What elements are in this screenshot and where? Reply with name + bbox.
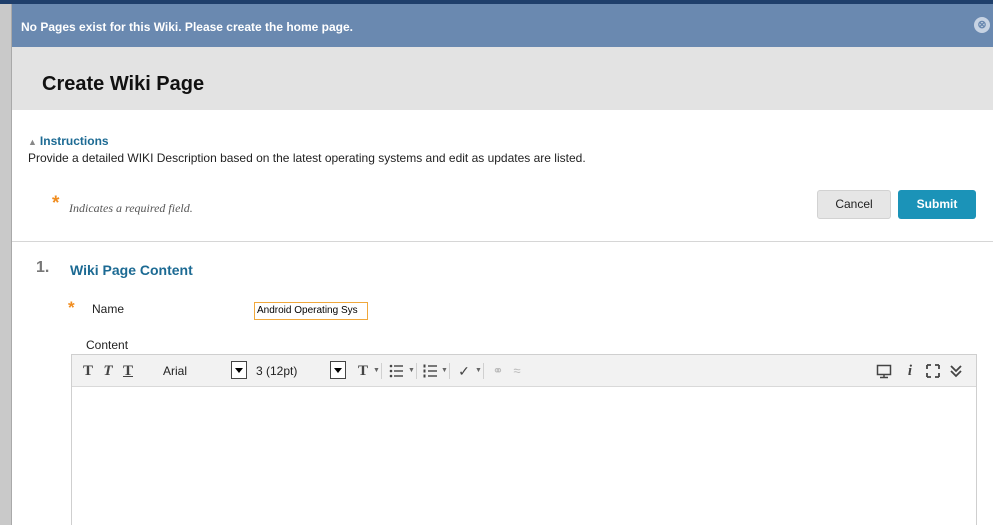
- page-title: Create Wiki Page: [42, 73, 205, 95]
- required-star-icon: *: [68, 298, 75, 317]
- editor-toolbar: T T T Arial 3 (12pt) T ▼ ▼ ▼ ✓ ▼ ⚭ ≈ i: [72, 355, 976, 387]
- numbered-list-dropdown-icon[interactable]: ▼: [441, 362, 448, 380]
- divider: [12, 241, 993, 242]
- cancel-button[interactable]: Cancel: [817, 190, 891, 219]
- notice-text: No Pages exist for this Wiki. Please cre…: [21, 20, 354, 34]
- bold-icon[interactable]: T: [80, 362, 96, 380]
- submit-button[interactable]: Submit: [898, 190, 976, 219]
- toolbar-separator: [483, 363, 484, 379]
- toolbar-separator: [416, 363, 417, 379]
- required-star-icon: *: [52, 193, 60, 214]
- spellcheck-dropdown-icon[interactable]: ▼: [475, 362, 482, 380]
- section-title: Wiki Page Content: [70, 262, 193, 278]
- more-options-chevron-icon[interactable]: [948, 362, 964, 380]
- unlink-icon[interactable]: ≈: [509, 362, 525, 380]
- font-family-select[interactable]: Arial: [160, 361, 220, 381]
- name-input[interactable]: Android Operating Sys: [254, 302, 368, 320]
- step-number: 1.: [36, 259, 50, 276]
- left-rail: [0, 4, 12, 525]
- toolbar-separator: [381, 363, 382, 379]
- bulleted-list-icon[interactable]: [389, 362, 405, 380]
- info-icon[interactable]: i: [902, 362, 918, 380]
- instructions-toggle-label: Instructions: [39, 134, 109, 148]
- collapse-caret-icon: ▲: [28, 137, 37, 147]
- page-header: Create Wiki Page: [12, 47, 993, 110]
- preview-icon[interactable]: [876, 362, 892, 380]
- font-family-dropdown-icon[interactable]: [231, 361, 247, 379]
- instructions-toggle[interactable]: ▲ Instructions: [28, 134, 109, 148]
- underline-icon[interactable]: T: [120, 362, 136, 380]
- bulleted-list-dropdown-icon[interactable]: ▼: [408, 362, 415, 380]
- notice-banner: No Pages exist for this Wiki. Please cre…: [12, 4, 993, 47]
- numbered-list-icon[interactable]: [423, 362, 439, 380]
- name-label: Name: [92, 302, 125, 316]
- font-size-select[interactable]: 3 (12pt): [253, 361, 321, 381]
- required-note: Indicates a required field.: [69, 201, 193, 215]
- toolbar-separator: [449, 363, 450, 379]
- close-icon[interactable]: ⊗: [974, 17, 990, 33]
- text-color-icon[interactable]: T: [355, 362, 371, 380]
- content-editor: T T T Arial 3 (12pt) T ▼ ▼ ▼ ✓ ▼ ⚭ ≈ i: [71, 354, 977, 525]
- content-label: Content: [86, 338, 129, 352]
- insert-link-icon[interactable]: ⚭: [490, 362, 506, 380]
- instructions-text: Provide a detailed WIKI Description base…: [28, 151, 586, 165]
- text-color-dropdown-icon[interactable]: ▼: [373, 362, 380, 380]
- font-size-dropdown-icon[interactable]: [330, 361, 346, 379]
- spellcheck-icon[interactable]: ✓: [455, 362, 473, 380]
- italic-icon[interactable]: T: [100, 362, 116, 380]
- fullscreen-icon[interactable]: [925, 362, 941, 380]
- editor-text-area[interactable]: [72, 388, 976, 525]
